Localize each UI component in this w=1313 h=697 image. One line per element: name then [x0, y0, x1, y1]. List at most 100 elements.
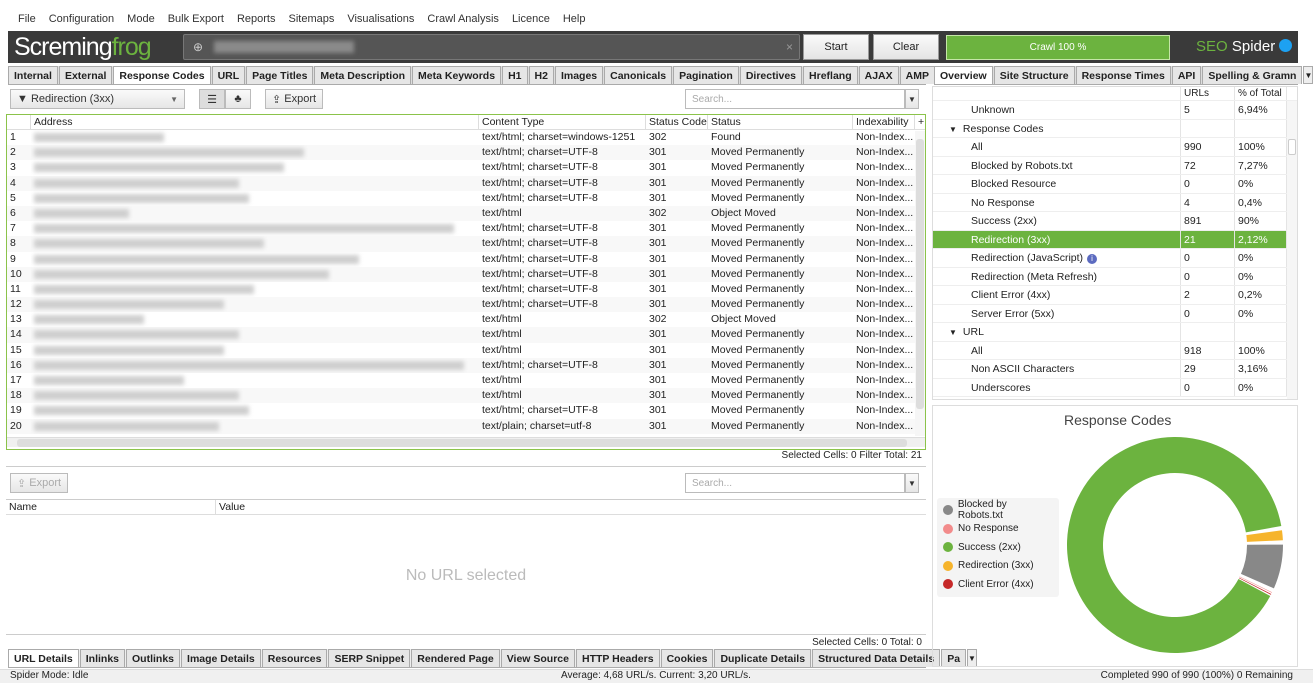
tree-view-button[interactable]: ♣ [225, 89, 251, 109]
tab-meta-keywords[interactable]: Meta Keywords [412, 66, 502, 84]
search-input[interactable]: Search... [685, 89, 905, 109]
donut-slice-redirection-3xx-[interactable] [1246, 530, 1283, 542]
overview-row[interactable]: Non ASCII Characters 29 3,16% [933, 360, 1297, 379]
vertical-scrollbar[interactable] [915, 131, 925, 436]
tab-spelling-gramn[interactable]: Spelling & Gramn [1202, 66, 1303, 84]
tab-view-source[interactable]: View Source [500, 649, 575, 667]
menu-help[interactable]: Help [563, 13, 586, 25]
column-address[interactable]: Address [31, 115, 479, 129]
tab-http-headers[interactable]: HTTP Headers [575, 649, 660, 667]
overview-row[interactable]: No Response 4 0,4% [933, 193, 1297, 212]
overview-row[interactable]: Underscores 0 0% [933, 378, 1297, 397]
tab-directives[interactable]: Directives [739, 66, 803, 84]
overview-row[interactable]: Redirection (Meta Refresh) 0 0% [933, 267, 1297, 286]
column-status-code[interactable]: Status Code [646, 115, 708, 129]
tab-structured-data-details[interactable]: Structured Data Details [812, 649, 941, 667]
column-name[interactable]: Name [6, 500, 216, 514]
legend-item[interactable]: Success (2xx) [943, 538, 1053, 557]
tab-cookies[interactable]: Cookies [660, 649, 714, 667]
overview-row[interactable]: Redirection (JavaScript) i 0 0% [933, 249, 1297, 268]
search-options-button[interactable]: ▼ [905, 89, 919, 109]
clear-url-icon[interactable]: × [786, 40, 793, 54]
overview-row[interactable]: ▼ URL [933, 323, 1297, 342]
table-row[interactable]: 4 text/html; charset=UTF-8 301 Moved Perman… [7, 175, 925, 191]
table-row[interactable]: 18 text/html 301 Moved Permanently Non-Index… [7, 388, 925, 404]
tab-resources[interactable]: Resources [261, 649, 328, 667]
donut-slice-blocked-by-robots-txt[interactable] [1240, 544, 1283, 589]
menu-bulk-export[interactable]: Bulk Export [168, 13, 224, 25]
start-button[interactable]: Start [803, 34, 869, 60]
tab-page-titles[interactable]: Page Titles [246, 66, 314, 84]
list-view-button[interactable]: ☰ [199, 89, 225, 109]
table-row[interactable]: 7 text/html; charset=UTF-8 301 Moved Perman… [7, 221, 925, 236]
overview-row[interactable]: All 918 100% [933, 341, 1297, 360]
table-row[interactable]: 1 text/html; charset=windows-1251 302 Found… [7, 130, 925, 145]
lower-export-button[interactable]: ⇪ Export [10, 473, 68, 493]
filter-dropdown[interactable]: ▼ Redirection (3xx) ▼ [10, 89, 185, 109]
export-button[interactable]: ⇪ Export [265, 89, 323, 109]
tab-h1[interactable]: H1 [502, 66, 528, 84]
legend-item[interactable]: Redirection (3xx) [943, 557, 1053, 576]
column-content-type[interactable]: Content Type [479, 115, 646, 129]
overview-row[interactable]: ▼ Response Codes [933, 119, 1297, 138]
tab-outlinks[interactable]: Outlinks [126, 649, 181, 667]
menu-licence[interactable]: Licence [512, 13, 550, 25]
table-row[interactable]: 6 text/html 302 Object Moved Non-Index... [7, 205, 925, 222]
table-row[interactable]: 17 text/html 301 Moved Permanently Non-Index… [7, 373, 925, 388]
tab-canonicals[interactable]: Canonicals [604, 66, 673, 84]
tab-hreflang[interactable]: Hreflang [803, 66, 858, 84]
table-row[interactable]: 15 text/html 301 Moved Permanently Non-Index… [7, 343, 925, 358]
twitter-icon[interactable] [1279, 39, 1293, 52]
tab-h2[interactable]: H2 [528, 66, 554, 84]
expand-arrow-icon[interactable]: ▼ [949, 125, 957, 134]
menu-mode[interactable]: Mode [127, 13, 155, 25]
table-row[interactable]: 16 text/html; charset=UTF-8 301 Moved Perma… [7, 357, 925, 373]
overview-row[interactable]: Redirection (3xx) 21 2,12% [933, 230, 1297, 249]
overview-row[interactable]: Unknown 5 6,94% [933, 101, 1297, 120]
overview-row[interactable]: All 990 100% [933, 138, 1297, 157]
overview-row[interactable]: Blocked Resource 0 0% [933, 175, 1297, 194]
info-icon[interactable]: i [1087, 254, 1098, 264]
tab-site-structure[interactable]: Site Structure [993, 66, 1075, 84]
menu-visualisations[interactable]: Visualisations [347, 13, 414, 25]
menu-crawl-analysis[interactable]: Crawl Analysis [427, 13, 499, 25]
menu-configuration[interactable]: Configuration [49, 13, 114, 25]
legend-item[interactable]: Blocked by Robots.txt [943, 499, 1053, 521]
tab-api[interactable]: API [1171, 66, 1202, 84]
horizontal-scrollbar[interactable] [7, 437, 925, 447]
column-indexability[interactable]: Indexability [853, 115, 915, 129]
table-row[interactable]: 2 text/html; charset=UTF-8 301 Moved Perman… [7, 145, 925, 161]
column-status[interactable]: Status [708, 115, 853, 129]
tab-url[interactable]: URL [211, 66, 246, 84]
tab-response-codes[interactable]: Response Codes [113, 66, 211, 84]
table-row[interactable]: 10 text/html; charset=UTF-8 301 Moved Perma… [7, 266, 925, 282]
lower-search-input[interactable]: Search... [685, 473, 905, 493]
table-row[interactable]: 11 text/html; charset=UTF-8 301 Moved Perma… [7, 282, 925, 297]
tab-duplicate-details[interactable]: Duplicate Details [714, 649, 812, 667]
expand-arrow-icon[interactable]: ▼ [949, 328, 957, 337]
tab-images[interactable]: Images [554, 66, 604, 84]
table-row[interactable]: 12 text/html; charset=UTF-8 301 Moved Perma… [7, 297, 925, 313]
tab-amp[interactable]: AMP [899, 66, 935, 84]
tab-ajax[interactable]: AJAX [858, 66, 899, 84]
tab-response-times[interactable]: Response Times [1075, 66, 1171, 84]
tab-url-details[interactable]: URL Details [8, 649, 79, 667]
overview-scrollbar[interactable] [1287, 101, 1297, 399]
table-row[interactable]: 14 text/html 301 Moved Permanently Non-Index… [7, 327, 925, 343]
column-value[interactable]: Value [216, 500, 416, 514]
table-row[interactable]: 3 text/html; charset=UTF-8 301 Moved Perman… [7, 160, 925, 175]
table-row[interactable]: 5 text/html; charset=UTF-8 301 Moved Perman… [7, 191, 925, 206]
menu-file[interactable]: File [18, 13, 36, 25]
table-row[interactable]: 13 text/html 302 Object Moved Non-Index... [7, 312, 925, 327]
legend-item[interactable]: Client Error (4xx) [943, 575, 1053, 594]
overview-row[interactable]: Success (2xx) 891 90% [933, 212, 1297, 231]
tab-pagination[interactable]: Pagination [673, 66, 739, 84]
tab-meta-description[interactable]: Meta Description [314, 66, 412, 84]
lower-search-options[interactable]: ▼ [905, 473, 919, 493]
table-row[interactable]: 8 text/html; charset=UTF-8 301 Moved Perman… [7, 236, 925, 252]
tab-overview[interactable]: Overview [934, 66, 993, 84]
tab-rendered-page[interactable]: Rendered Page [411, 649, 500, 667]
table-row[interactable]: 20 text/plain; charset=utf-8 301 Moved Perm… [7, 418, 925, 434]
overview-row[interactable]: Server Error (5xx) 0 0% [933, 304, 1297, 323]
menu-sitemaps[interactable]: Sitemaps [288, 13, 334, 25]
